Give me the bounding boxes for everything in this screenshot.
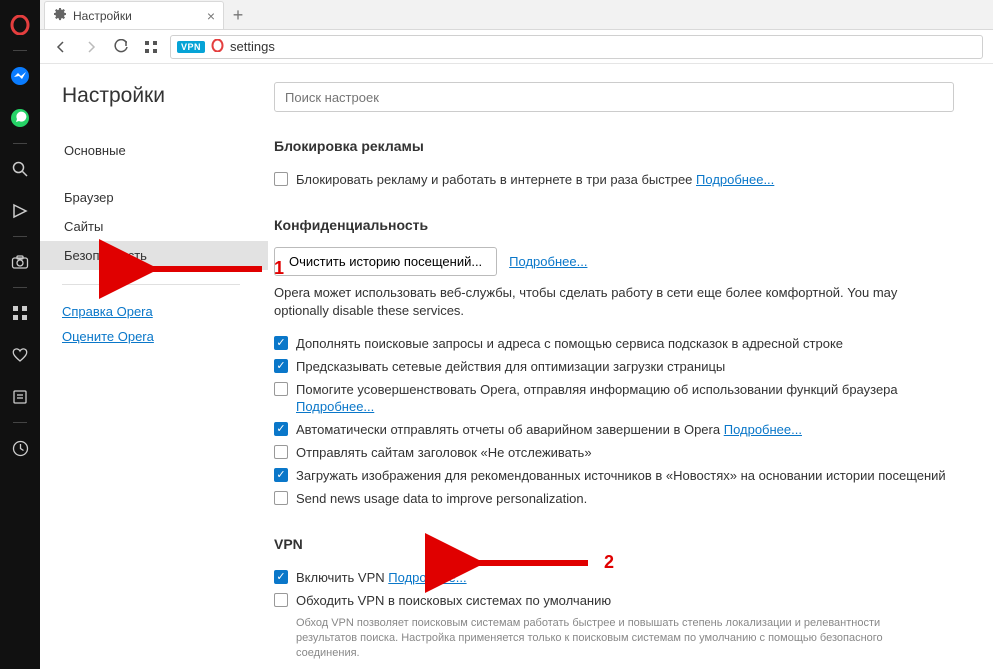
back-button[interactable] xyxy=(50,36,72,58)
messenger-icon[interactable] xyxy=(0,57,40,95)
privacy-item: Предсказывать сетевые действия для оптим… xyxy=(274,355,954,378)
vpn-bypass-note: Обход VPN позволяет поисковым системам р… xyxy=(296,616,936,661)
privacy-label: Отправлять сайтам заголовок «Не отслежив… xyxy=(296,445,592,460)
history-icon[interactable] xyxy=(0,429,40,467)
privacy-label: Send news usage data to improve personal… xyxy=(296,491,587,506)
news-icon[interactable] xyxy=(0,378,40,416)
nav-item-security[interactable]: Безопасность xyxy=(40,241,268,270)
close-icon[interactable]: × xyxy=(207,9,215,23)
nav-link-help[interactable]: Справка Opera xyxy=(62,299,260,324)
nav-item-sites[interactable]: Сайты xyxy=(62,212,260,241)
tab-settings[interactable]: Настройки × xyxy=(44,1,224,29)
adblock-label: Блокировать рекламу и работать в интерне… xyxy=(296,172,692,187)
section-vpn: VPN Включить VPN Подробнее... Обходить V… xyxy=(274,536,954,669)
privacy-item: Автоматически отправлять отчеты об авари… xyxy=(274,418,954,441)
tab-strip: Настройки × + xyxy=(40,0,993,30)
checkbox-privacy-1[interactable] xyxy=(274,359,288,373)
settings-main: Блокировка рекламы Блокировать рекламу и… xyxy=(260,64,993,669)
gear-icon xyxy=(53,7,67,24)
privacy-more-link[interactable]: Подробнее... xyxy=(296,399,374,414)
checkbox-privacy-3[interactable] xyxy=(274,422,288,436)
new-tab-button[interactable]: + xyxy=(224,1,252,29)
privacy-label: Дополнять поисковые запросы и адреса с п… xyxy=(296,336,843,351)
address-text: settings xyxy=(230,39,275,54)
checkbox-bypass-vpn[interactable] xyxy=(274,593,288,607)
settings-sidebar: Настройки Основные Браузер Сайты Безопас… xyxy=(40,64,260,669)
vpn-bypass-label: Обходить VPN в поисковых системах по умо… xyxy=(296,592,611,609)
section-heading: VPN xyxy=(274,536,954,552)
privacy-label: Загружать изображения для рекомендованны… xyxy=(296,468,946,483)
forward-button[interactable] xyxy=(80,36,102,58)
whatsapp-icon[interactable] xyxy=(0,99,40,137)
privacy-label: Автоматически отправлять отчеты об авари… xyxy=(296,422,720,437)
clear-history-button[interactable]: Очистить историю посещений... xyxy=(274,247,497,276)
search-icon[interactable] xyxy=(0,150,40,188)
privacy-more-link[interactable]: Подробнее... xyxy=(724,422,802,437)
privacy-item: Помогите усовершенствовать Opera, отправ… xyxy=(274,378,954,418)
opera-favicon-icon xyxy=(211,39,224,55)
checkbox-privacy-0[interactable] xyxy=(274,336,288,350)
nav-item-basic[interactable]: Основные xyxy=(62,136,260,165)
opera-sidebar xyxy=(0,0,40,669)
checkbox-privacy-5[interactable] xyxy=(274,468,288,482)
speed-dial-button[interactable] xyxy=(140,36,162,58)
privacy-paragraph: Opera может использовать веб-службы, что… xyxy=(274,284,954,320)
section-privacy: Конфиденциальность Очистить историю посе… xyxy=(274,217,954,510)
privacy-item: Дополнять поисковые запросы и адреса с п… xyxy=(274,332,954,355)
page-title: Настройки xyxy=(62,84,260,108)
camera-icon[interactable] xyxy=(0,243,40,281)
adblock-more-link[interactable]: Подробнее... xyxy=(696,172,774,187)
opera-logo-icon[interactable] xyxy=(0,6,40,44)
privacy-item: Отправлять сайтам заголовок «Не отслежив… xyxy=(274,441,954,464)
heart-icon[interactable] xyxy=(0,336,40,374)
vpn-badge[interactable]: VPN xyxy=(177,41,205,53)
privacy-label: Предсказывать сетевые действия для оптим… xyxy=(296,359,725,374)
play-icon[interactable] xyxy=(0,192,40,230)
privacy-item: Send news usage data to improve personal… xyxy=(274,487,954,510)
search-settings-input[interactable] xyxy=(274,82,954,112)
section-heading: Блокировка рекламы xyxy=(274,138,954,154)
checkbox-privacy-4[interactable] xyxy=(274,445,288,459)
nav-link-rate[interactable]: Оцените Opera xyxy=(62,324,260,349)
tab-title: Настройки xyxy=(73,9,201,23)
vpn-enable-label: Включить VPN xyxy=(296,570,385,585)
section-heading: Конфиденциальность xyxy=(274,217,954,233)
section-adblock: Блокировка рекламы Блокировать рекламу и… xyxy=(274,138,954,191)
checkbox-privacy-6[interactable] xyxy=(274,491,288,505)
address-bar[interactable]: VPN settings xyxy=(170,35,983,59)
checkbox-adblock[interactable] xyxy=(274,172,288,186)
toolbar: VPN settings xyxy=(40,30,993,64)
reload-button[interactable] xyxy=(110,36,132,58)
checkbox-enable-vpn[interactable] xyxy=(274,570,288,584)
vpn-more-link[interactable]: Подробнее... xyxy=(388,570,466,585)
privacy-label: Помогите усовершенствовать Opera, отправ… xyxy=(296,382,898,397)
clear-history-more-link[interactable]: Подробнее... xyxy=(509,254,587,269)
privacy-item: Загружать изображения для рекомендованны… xyxy=(274,464,954,487)
grid-icon[interactable] xyxy=(0,294,40,332)
nav-item-browser[interactable]: Браузер xyxy=(62,183,260,212)
checkbox-privacy-2[interactable] xyxy=(274,382,288,396)
